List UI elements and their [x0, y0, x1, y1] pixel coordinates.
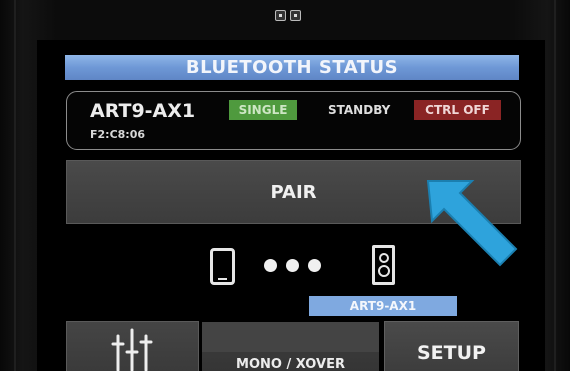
bezel-edge-right: [554, 0, 556, 371]
connected-device-chip: ART9-AX1: [309, 296, 457, 316]
screen-mode-icon: [275, 10, 286, 21]
phone-icon: [210, 248, 235, 285]
dot: [286, 259, 299, 272]
connection-state: STANDBY: [328, 103, 391, 117]
mono-xover-button[interactable]: MONO / XOVER: [202, 322, 379, 371]
mixer-sliders-icon: [111, 328, 153, 371]
dot: [308, 259, 321, 272]
connection-dots-icon: [264, 259, 321, 272]
setup-label: SETUP: [417, 342, 486, 364]
pointer-arrow-icon: [426, 180, 518, 267]
page-title: BLUETOOTH STATUS: [65, 55, 519, 80]
bezel-edge-left: [14, 0, 16, 371]
device-status-panel: ART9-AX1 F2:C8:06 SINGLE STANDBY CTRL OF…: [66, 91, 521, 150]
device-address: F2:C8:06: [90, 128, 145, 141]
setup-button[interactable]: SETUP: [384, 321, 519, 371]
pair-button-label: PAIR: [270, 181, 317, 203]
page-title-text: BLUETOOTH STATUS: [185, 57, 399, 78]
top-status-icons: [275, 10, 301, 21]
device-name: ART9-AX1: [90, 100, 196, 122]
mixer-button[interactable]: [66, 321, 199, 371]
mono-xover-label: MONO / XOVER: [236, 357, 345, 371]
dot: [264, 259, 277, 272]
connected-device-label: ART9-AX1: [349, 299, 417, 313]
control-badge: CTRL OFF: [414, 100, 501, 120]
record-icon: [290, 10, 301, 21]
mode-badge: SINGLE: [229, 100, 297, 120]
